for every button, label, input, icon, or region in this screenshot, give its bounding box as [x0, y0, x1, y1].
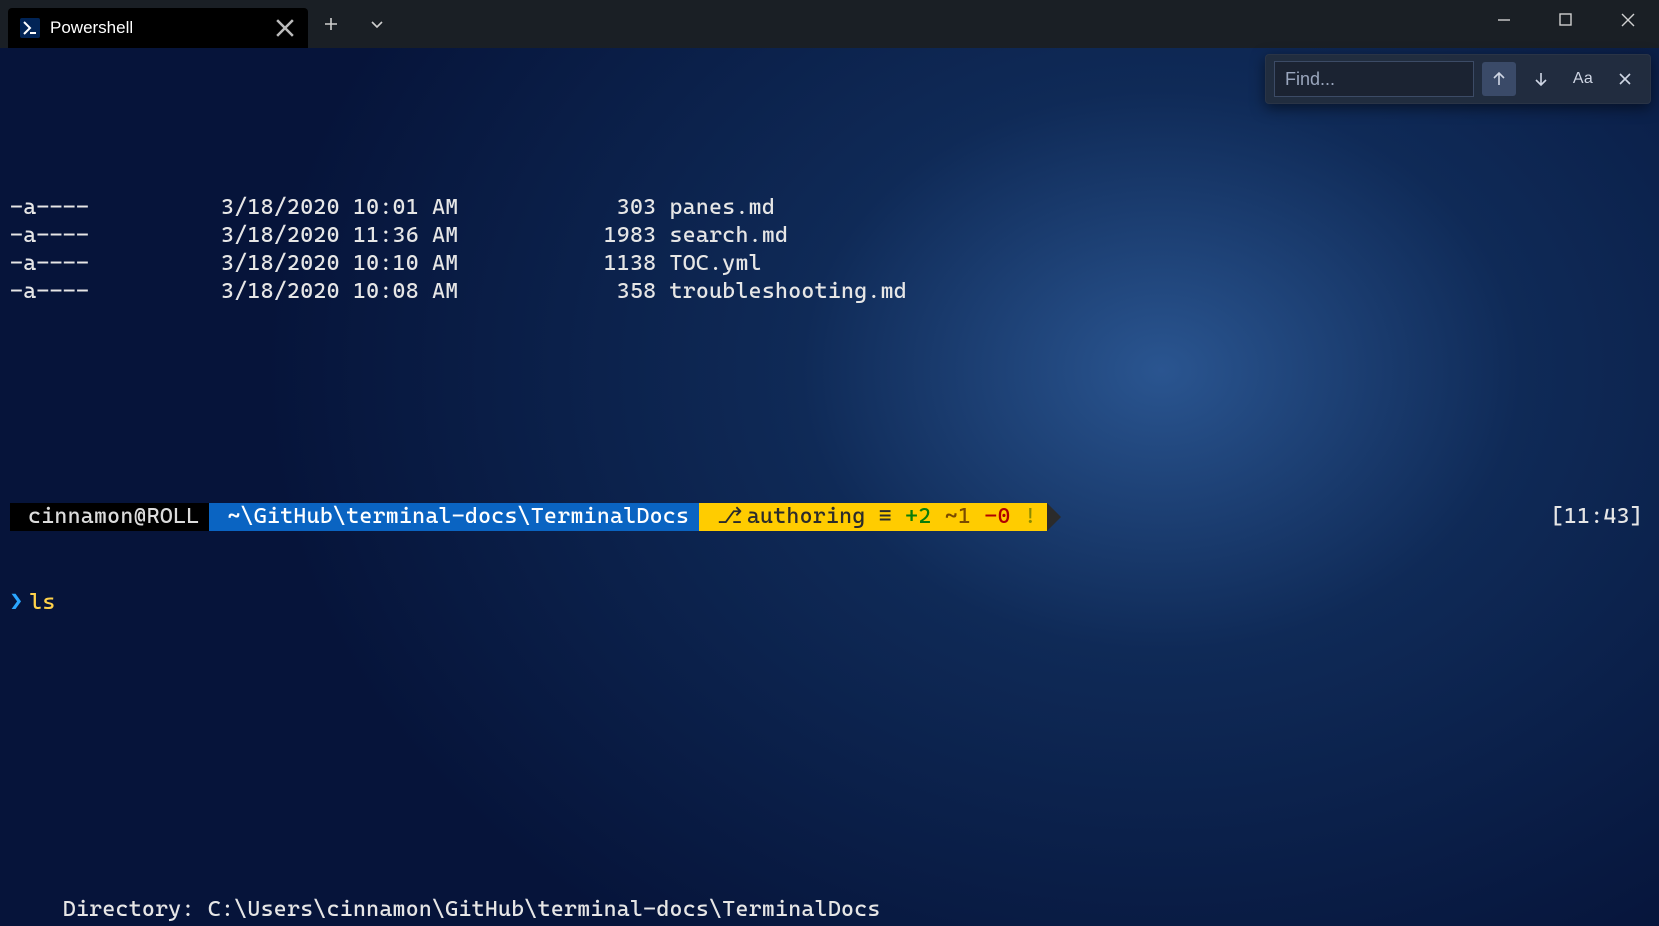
find-close-button[interactable] [1608, 62, 1642, 96]
window-controls [1473, 0, 1659, 40]
output-lines-top: -a---- 3/18/2020 10:01 AM 303 panes.md-a… [10, 194, 1649, 306]
find-next-button[interactable] [1524, 62, 1558, 96]
git-deleted: -0 [984, 504, 1010, 529]
new-tab-button[interactable] [308, 4, 354, 44]
close-tab-button[interactable] [274, 17, 296, 39]
command-text: ls [29, 590, 55, 615]
command-line-1: ❯ls [10, 589, 1649, 617]
directory-line: Directory: C:\Users\cinnamon\GitHub\term… [10, 896, 1649, 924]
find-prev-button[interactable] [1482, 62, 1516, 96]
tab-powershell[interactable]: Powershell [8, 8, 308, 48]
find-matchcase-button[interactable]: Aa [1566, 62, 1600, 96]
close-window-button[interactable] [1597, 0, 1659, 40]
prompt-user: cinnamon@ROLL [10, 503, 209, 531]
list-item: -a---- 3/18/2020 10:10 AM 1138 TOC.yml [10, 250, 1649, 278]
prompt-branch-name: authoring [747, 504, 866, 529]
git-extra: ! [1024, 504, 1037, 529]
titlebar: Powershell [0, 0, 1659, 48]
minimize-button[interactable] [1473, 0, 1535, 40]
list-item: -a---- 3/18/2020 10:08 AM 358 troublesho… [10, 278, 1649, 306]
prompt-path: ~\GitHub\terminal-docs\TerminalDocs [209, 503, 699, 531]
tabstrip: Powershell [0, 0, 308, 48]
prompt-line-1: cinnamon@ROLL ~\GitHub\terminal-docs\Ter… [10, 503, 1649, 531]
list-item: -a---- 3/18/2020 10:01 AM 303 panes.md [10, 194, 1649, 222]
tab-title: Powershell [50, 18, 264, 38]
terminal-viewport[interactable]: Aa -a---- 3/18/2020 10:01 AM 303 panes.m… [0, 48, 1659, 926]
prompt-time: [11:43] [1551, 503, 1649, 531]
prompt-caret-icon: ❯ [10, 590, 29, 615]
git-modified: ~1 [945, 504, 971, 529]
powershell-icon [20, 18, 40, 38]
maximize-button[interactable] [1535, 0, 1597, 40]
tab-menu-button[interactable] [354, 4, 400, 44]
prompt-branch: ⎇authoring ≡ +2 ~1 -0 ! [699, 503, 1047, 531]
tab-actions [308, 0, 400, 48]
git-added: +2 [905, 504, 931, 529]
list-item: -a---- 3/18/2020 11:36 AM 1983 search.md [10, 222, 1649, 250]
find-input[interactable] [1274, 61, 1474, 97]
find-bar: Aa [1265, 54, 1651, 104]
